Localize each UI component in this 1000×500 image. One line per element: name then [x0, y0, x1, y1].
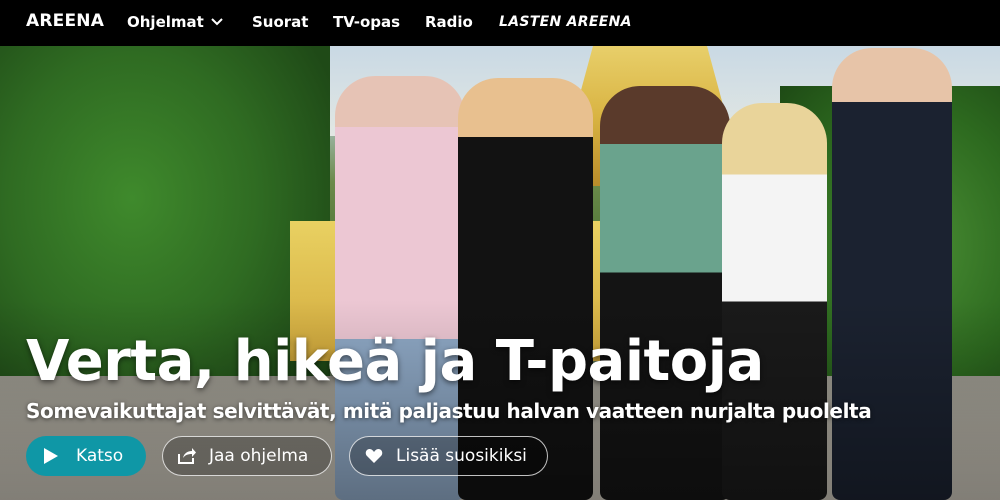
add-favorite-button[interactable]: Lisää suosikiksi: [349, 436, 548, 476]
share-icon: [178, 448, 196, 464]
share-button-label: Jaa ohjelma: [209, 446, 309, 466]
nav-item-label: Radio: [425, 13, 473, 31]
nav-item-ohjelmat[interactable]: Ohjelmat: [127, 13, 224, 31]
add-favorite-button-label: Lisää suosikiksi: [396, 446, 527, 466]
nav-item-label: TV-opas: [333, 13, 401, 31]
nav-item-label: Ohjelmat: [127, 13, 204, 31]
nav-item-radio[interactable]: Radio: [425, 13, 473, 31]
program-title: Verta, hikeä ja T-paitoja: [26, 329, 764, 394]
heart-icon: [365, 449, 383, 463]
program-subtitle: Somevaikuttajat selvittävät, mitä paljas…: [26, 399, 872, 423]
nav-item-label: LASTEN AREENA: [499, 14, 632, 30]
nav-item-tv-opas[interactable]: TV-opas: [333, 13, 400, 31]
areena-logo[interactable]: AREENA: [26, 11, 104, 31]
watch-button[interactable]: Katso: [26, 436, 146, 476]
watch-button-label: Katso: [76, 446, 124, 466]
play-icon: [44, 448, 58, 464]
nav-item-lasten-areena[interactable]: LASTEN AREENA: [499, 14, 632, 30]
nav-item-label: Suorat: [252, 13, 309, 31]
chevron-down-icon: [211, 18, 223, 26]
hero-banner: [0, 46, 1000, 500]
top-navigation: AREENA Ohjelmat Suorat TV-opas Radio LAS…: [0, 0, 1000, 46]
nav-item-suorat[interactable]: Suorat: [252, 13, 308, 31]
share-button[interactable]: Jaa ohjelma: [162, 436, 332, 476]
